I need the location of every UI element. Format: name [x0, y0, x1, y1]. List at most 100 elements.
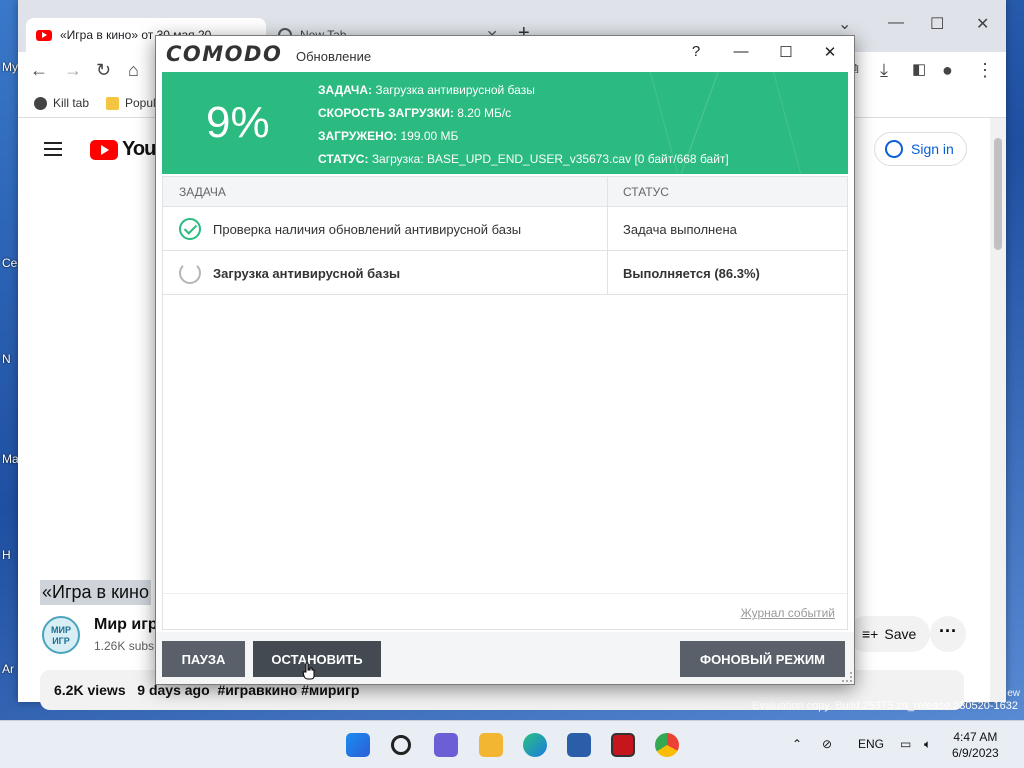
status-label: СТАТУС: [318, 152, 369, 166]
evaluation-watermark: Evaluation copy. Build 25375.zn_release.… [752, 700, 1018, 712]
spinner-icon [179, 262, 201, 284]
volume-icon[interactable]: 🔈︎ [924, 737, 931, 752]
desktop-label[interactable]: N [2, 352, 11, 366]
page-scrollbar[interactable] [990, 118, 1006, 702]
loaded-value: 199.00 МБ [400, 129, 459, 143]
desktop-label[interactable]: Ce [2, 256, 17, 270]
youtube-play-icon [90, 139, 118, 160]
hamburger-menu-icon[interactable] [44, 142, 62, 156]
chevron-up-icon[interactable]: ⌃ [792, 737, 802, 751]
dialog-footer: ПАУЗА ОСТАНОВИТЬ ФОНОВЫЙ РЕЖИМ [156, 632, 854, 684]
view-count: 6.2K views [54, 682, 126, 698]
windows-start-icon[interactable] [346, 733, 370, 757]
channel-name[interactable]: Мир игр [94, 616, 158, 634]
minimize-button[interactable]: — [731, 43, 751, 60]
channel-avatar[interactable]: МИР ИГР [42, 616, 80, 654]
row-task: Проверка наличия обновлений антивирусной… [213, 222, 522, 237]
search-icon[interactable] [391, 735, 411, 755]
speed-line: СКОРОСТЬ ЗАГРУЗКИ: 8.20 МБ/с [318, 106, 511, 120]
bookmark-kill-tab[interactable]: Kill tab [34, 96, 89, 110]
edge-browser-icon[interactable] [523, 733, 547, 757]
task-value: Загрузка антивирусной базы [375, 83, 535, 97]
reload-icon[interactable]: ↻ [96, 60, 111, 81]
clock-time: 4:47 AM [953, 730, 998, 744]
dialog-titlebar[interactable]: COMODO Обновление ? — ☐ ✕ [156, 36, 854, 72]
clock-date: 6/9/2023 [952, 746, 999, 760]
save-icon: ≡+ [862, 626, 879, 642]
row-status: Выполняется (86.3%) [623, 266, 760, 281]
background-mode-button[interactable]: ФОНОВЫЙ РЕЖИМ [680, 641, 845, 677]
save-label: Save [884, 626, 917, 642]
tab-search-chevron-icon[interactable]: ⌄ [838, 14, 851, 34]
bookmark-label: Kill tab [53, 96, 90, 110]
home-icon[interactable]: ⌂ [128, 60, 139, 81]
minimize-button[interactable]: — [888, 14, 904, 32]
comodo-update-dialog: COMODO Обновление ? — ☐ ✕ 9% ЗАДАЧА: Заг… [155, 35, 855, 685]
progress-banner: 9% ЗАДАЧА: Загрузка антивирусной базы СК… [162, 72, 848, 174]
column-header-status[interactable]: СТАТУС [623, 185, 669, 199]
profile-icon[interactable]: ● [942, 60, 953, 81]
resize-grip[interactable] [842, 672, 852, 682]
help-button[interactable]: ? [686, 43, 706, 60]
channel-subscribers: 1.26K subs [94, 639, 155, 653]
comodo-logo: COMODO [166, 42, 283, 66]
desktop-label[interactable]: Ar [2, 662, 14, 676]
event-log-link[interactable]: Журнал событий [741, 606, 835, 620]
speed-value: 8.20 МБ/с [457, 106, 512, 120]
speed-label: СКОРОСТЬ ЗАГРУЗКИ: [318, 106, 454, 120]
status-value: Загрузка: BASE_UPD_END_USER_v35673.cav [… [371, 152, 729, 166]
menu-kebab-icon[interactable]: ⋮ [976, 60, 994, 81]
row-status: Задача выполнена [623, 222, 737, 237]
hand-cursor-icon [302, 662, 315, 680]
bookmark-globe-icon [34, 96, 47, 110]
loaded-line: ЗАГРУЖЕНО: 199.00 МБ [318, 129, 458, 143]
maximize-button[interactable]: ☐ [776, 43, 796, 61]
scrollbar-thumb[interactable] [994, 138, 1002, 250]
divider [163, 593, 847, 594]
table-row[interactable]: Загрузка антивирусной базы Выполняется (… [163, 251, 847, 295]
youtube-favicon-icon [36, 29, 52, 41]
download-icon[interactable]: ⤓ [880, 60, 888, 81]
check-circle-icon [179, 218, 201, 240]
maximize-button[interactable]: ☐ [930, 14, 944, 34]
table-row[interactable]: Проверка наличия обновлений антивирусной… [163, 207, 847, 251]
bookmark-label: Popul [125, 96, 156, 110]
column-header-task[interactable]: ЗАДАЧА [179, 185, 226, 199]
row-task: Загрузка антивирусной базы [213, 266, 401, 281]
desktop-label[interactable]: Ma [2, 452, 19, 466]
close-button[interactable]: ✕ [976, 14, 989, 34]
close-button[interactable]: ✕ [820, 43, 840, 61]
save-button[interactable]: ≡+ Save [848, 616, 931, 652]
watermark-fragment: ew [1007, 688, 1020, 699]
column-divider [607, 177, 608, 295]
task-label: ЗАДАЧА: [318, 83, 373, 97]
back-arrow-icon[interactable]: ← [30, 60, 48, 81]
bookmark-popular[interactable]: Popul [106, 96, 156, 110]
more-actions-icon[interactable]: ··· [930, 616, 966, 652]
progress-percent: 9% [206, 98, 270, 147]
display-icon[interactable]: ▭ [900, 737, 911, 751]
pause-button[interactable]: ПАУЗА [162, 641, 245, 677]
table-header: ЗАДАЧА СТАТУС [163, 177, 847, 207]
taskbar-clock[interactable]: 4:47 AM 6/9/2023 [952, 729, 999, 761]
store-icon[interactable] [567, 733, 591, 757]
file-explorer-icon[interactable] [479, 733, 503, 757]
desktop-label[interactable]: H [2, 548, 11, 562]
forward-arrow-icon[interactable]: → [64, 60, 82, 81]
folder-icon [106, 96, 119, 110]
task-line: ЗАДАЧА: Загрузка антивирусной базы [318, 83, 535, 97]
teams-chat-icon[interactable] [434, 733, 458, 757]
dialog-title: Обновление [296, 49, 372, 64]
sign-in-label: Sign in [911, 141, 954, 157]
desktop-label[interactable]: My [2, 60, 18, 74]
video-title: «Игра в кино [40, 580, 151, 605]
network-icon[interactable]: ⊘ [822, 737, 832, 751]
sign-in-button[interactable]: Sign in [874, 132, 967, 166]
task-table: ЗАДАЧА СТАТУС Проверка наличия обновлени… [162, 176, 848, 630]
status-line: СТАТУС: Загрузка: BASE_UPD_END_USER_v356… [318, 152, 729, 166]
comodo-taskbar-icon[interactable] [611, 733, 635, 757]
stop-button[interactable]: ОСТАНОВИТЬ [253, 641, 381, 677]
side-panel-icon[interactable]: ◧ [912, 60, 926, 78]
language-indicator[interactable]: ENG [858, 737, 884, 751]
chrome-icon[interactable] [655, 733, 679, 757]
